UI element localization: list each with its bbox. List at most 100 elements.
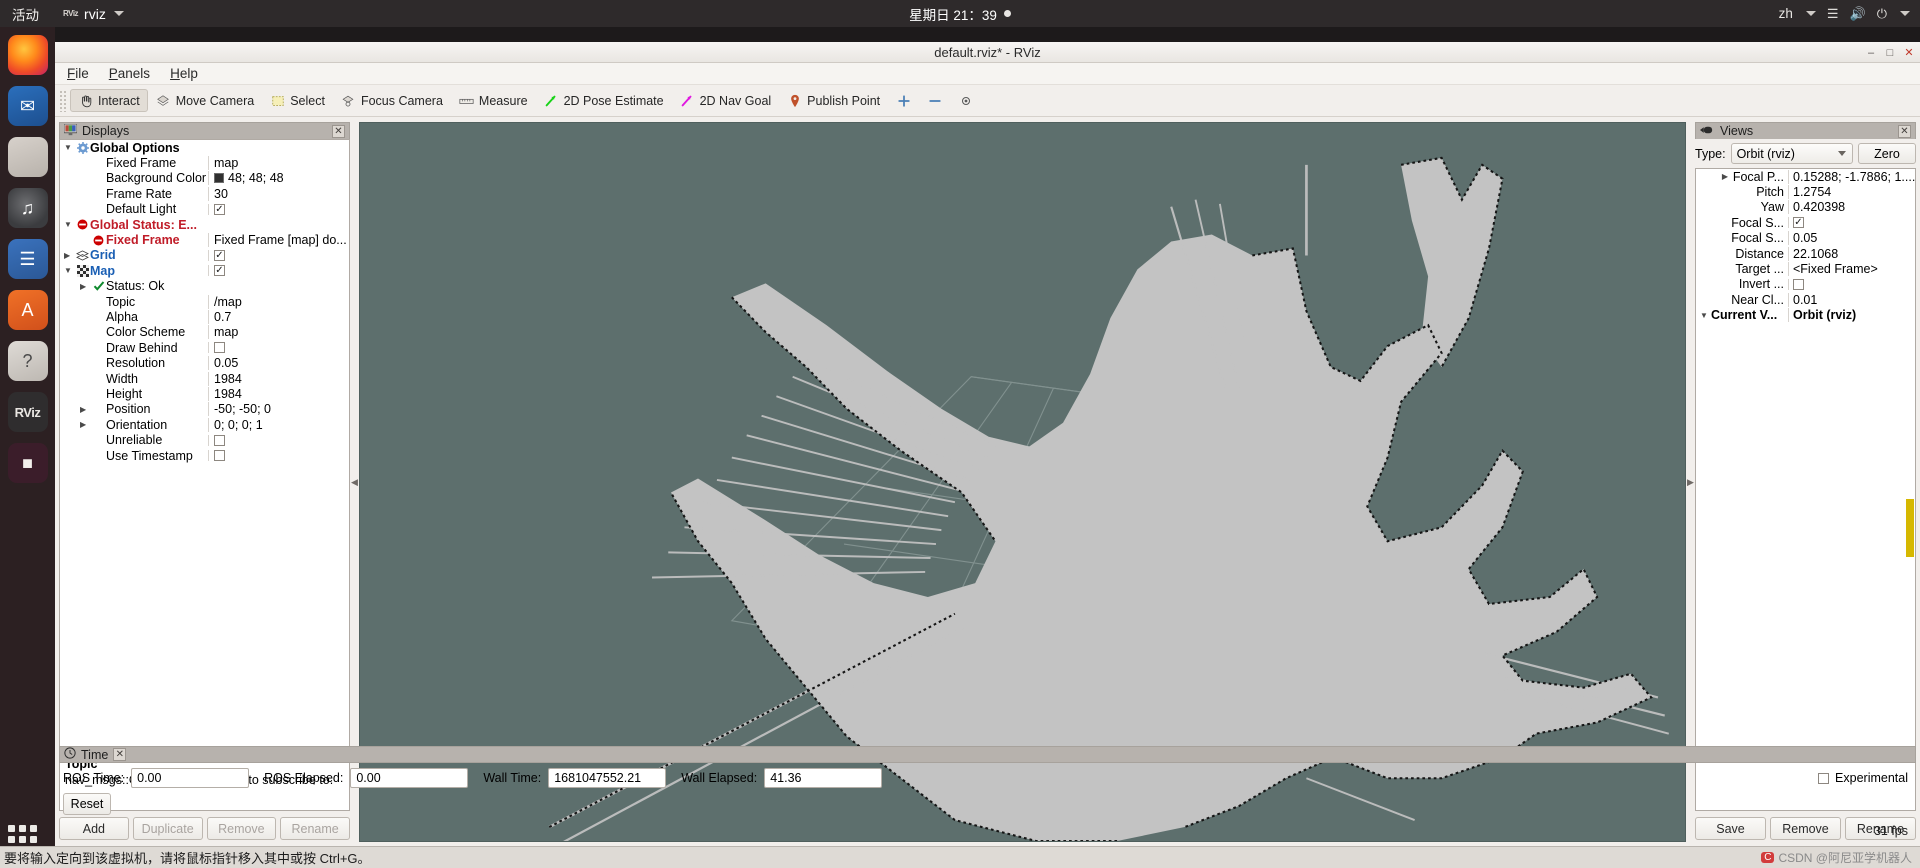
toolbar-grip[interactable] <box>59 89 67 112</box>
close-icon[interactable]: ✕ <box>1898 124 1911 138</box>
property-value[interactable]: ✓ <box>208 203 349 215</box>
3d-viewport[interactable] <box>359 122 1686 842</box>
displays-row[interactable]: Background Color 48; 48; 48 <box>60 171 349 186</box>
checkbox-unchecked[interactable] <box>214 434 225 446</box>
add-button[interactable]: Add <box>59 817 129 840</box>
system-indicators[interactable]: zh ☰ 🔊 ⏻ <box>1779 0 1920 27</box>
displays-row[interactable]: Map ✓ <box>60 263 349 278</box>
views-row[interactable]: Pitch 1.2754 <box>1696 184 1915 200</box>
displays-row[interactable]: Fixed Frame map <box>60 155 349 171</box>
displays-row[interactable]: Color Scheme map <box>60 325 349 340</box>
expander-right-icon[interactable] <box>1722 172 1733 181</box>
ros-time-input[interactable]: 0.00 <box>131 768 250 788</box>
property-value[interactable]: <Fixed Frame> <box>1788 262 1915 277</box>
property-value[interactable]: 0.01 <box>1788 292 1915 307</box>
menu-panels[interactable]: Panels <box>109 66 150 81</box>
views-row[interactable]: Focal P... 0.15288; -1.7886; 1.... <box>1696 169 1915 184</box>
dock-item-firefox[interactable] <box>7 35 48 75</box>
dock-item-thunderbird[interactable]: ✉ <box>7 86 48 126</box>
tool-interact[interactable]: Interact <box>70 89 148 112</box>
experimental-toggle[interactable]: Experimental <box>1818 771 1912 785</box>
displays-row[interactable]: Unreliable <box>60 432 349 447</box>
property-value[interactable]: Orbit (rviz) <box>1788 308 1915 323</box>
property-value[interactable]: 48; 48; 48 <box>208 171 349 186</box>
property-value[interactable]: 0.7 <box>208 309 349 324</box>
property-value[interactable]: 30 <box>208 186 349 201</box>
checkbox-checked[interactable]: ✓ <box>1793 217 1804 229</box>
checkbox-unchecked[interactable] <box>214 342 225 354</box>
displays-row[interactable]: Use Timestamp <box>60 448 349 463</box>
views-row[interactable]: Focal S... 0.05 <box>1696 231 1915 246</box>
dock-item-libreoffice-writer[interactable]: ☰ <box>7 239 48 279</box>
checkbox-checked[interactable]: ✓ <box>214 265 225 277</box>
expander-down-icon[interactable] <box>64 143 75 152</box>
property-value[interactable]: 0.15288; -1.7886; 1.... <box>1788 169 1915 184</box>
dock-item-files[interactable] <box>7 137 48 177</box>
tool-publish-point[interactable]: Publish Point <box>779 89 888 112</box>
app-menu[interactable]: RViz rviz <box>63 6 124 22</box>
expander-down-icon[interactable] <box>64 266 75 275</box>
views-row[interactable]: Current V... Orbit (rviz) <box>1696 308 1915 323</box>
dock-item-rviz[interactable]: RViz <box>7 392 48 432</box>
property-value[interactable]: 0.420398 <box>1788 200 1915 215</box>
property-value[interactable] <box>1788 278 1915 290</box>
maximize-button[interactable]: □ <box>1884 47 1896 59</box>
expander-right-icon[interactable] <box>80 405 91 414</box>
clock[interactable]: 星期日 21：39 <box>0 0 1920 27</box>
duplicate-button[interactable]: Duplicate <box>132 817 203 840</box>
property-value[interactable]: 1984 <box>208 371 349 386</box>
displays-row[interactable]: Fixed Frame Fixed Frame [map] do... <box>60 232 349 248</box>
dock-item-terminal[interactable]: ■ <box>7 443 48 483</box>
remove-button[interactable]: Remove <box>206 817 277 840</box>
dock-item-help[interactable]: ? <box>7 341 48 381</box>
displays-row[interactable]: Default Light ✓ <box>60 202 349 217</box>
displays-row[interactable]: Topic/map <box>60 294 349 309</box>
views-row[interactable]: Invert ... <box>1696 277 1915 292</box>
property-value[interactable] <box>208 342 349 354</box>
displays-row[interactable]: Draw Behind <box>60 340 349 355</box>
color-swatch[interactable] <box>214 173 224 184</box>
property-value[interactable]: map <box>208 325 349 340</box>
property-value[interactable]: 1984 <box>208 386 349 401</box>
tool-select[interactable]: Select <box>262 89 333 112</box>
displays-row[interactable]: Frame Rate 30 <box>60 186 349 201</box>
tool-2d-pose-estimate[interactable]: 2D Pose Estimate <box>536 89 672 112</box>
expander-right-icon[interactable] <box>80 282 91 291</box>
displays-row[interactable]: Resolution 0.05 <box>60 355 349 371</box>
displays-row[interactable]: Status: Ok <box>60 279 349 294</box>
displays-tree[interactable]: Global OptionsFixed FramemapBackground C… <box>59 139 350 747</box>
close-button[interactable]: ✕ <box>1903 47 1915 59</box>
property-value[interactable] <box>208 434 349 446</box>
minimize-button[interactable]: – <box>1865 47 1877 59</box>
property-value[interactable] <box>208 450 349 461</box>
input-language-label[interactable]: zh <box>1779 6 1793 21</box>
menu-help[interactable]: Help <box>170 66 198 81</box>
displays-row[interactable]: Orientation 0; 0; 0; 1 <box>60 417 349 432</box>
views-tree[interactable]: Focal P... 0.15288; -1.7886; 1.... Pitch 1.… <box>1695 168 1916 811</box>
checkbox-unchecked[interactable] <box>1793 278 1804 290</box>
tool-focus-camera[interactable]: Focus Camera <box>333 89 451 112</box>
tool-move-camera[interactable]: Move Camera <box>148 89 263 112</box>
checkbox-checked[interactable]: ✓ <box>214 249 225 261</box>
views-row[interactable]: Focal S... ✓ <box>1696 215 1915 230</box>
displays-row[interactable]: Grid ✓ <box>60 248 349 263</box>
reset-button[interactable]: Reset <box>63 793 111 815</box>
wall-elapsed-input[interactable]: 41.36 <box>764 768 883 788</box>
views-row[interactable]: Distance 22.1068 <box>1696 246 1915 261</box>
displays-row[interactable]: Height 1984 <box>60 386 349 401</box>
views-row[interactable]: Near Cl... 0.01 <box>1696 292 1915 307</box>
checkbox-unchecked[interactable] <box>214 450 225 461</box>
displays-row[interactable]: Width 1984 <box>60 371 349 386</box>
property-value[interactable]: 0.05 <box>208 356 349 371</box>
left-splitter[interactable]: ◀ <box>350 118 359 846</box>
expander-down-icon[interactable] <box>64 220 75 229</box>
property-value[interactable]: ✓ <box>208 249 349 261</box>
tool-measure[interactable]: Measure <box>451 89 536 112</box>
remove-tool-button[interactable] <box>919 89 950 112</box>
displays-row[interactable]: Global Options <box>60 140 349 155</box>
tool-properties-button[interactable] <box>950 89 981 112</box>
property-value[interactable]: 0; 0; 0; 1 <box>208 417 349 432</box>
volume-icon[interactable]: 🔊 <box>1850 7 1866 20</box>
tool-2d-nav-goal[interactable]: 2D Nav Goal <box>672 89 780 112</box>
property-value[interactable]: -50; -50; 0 <box>208 402 349 417</box>
